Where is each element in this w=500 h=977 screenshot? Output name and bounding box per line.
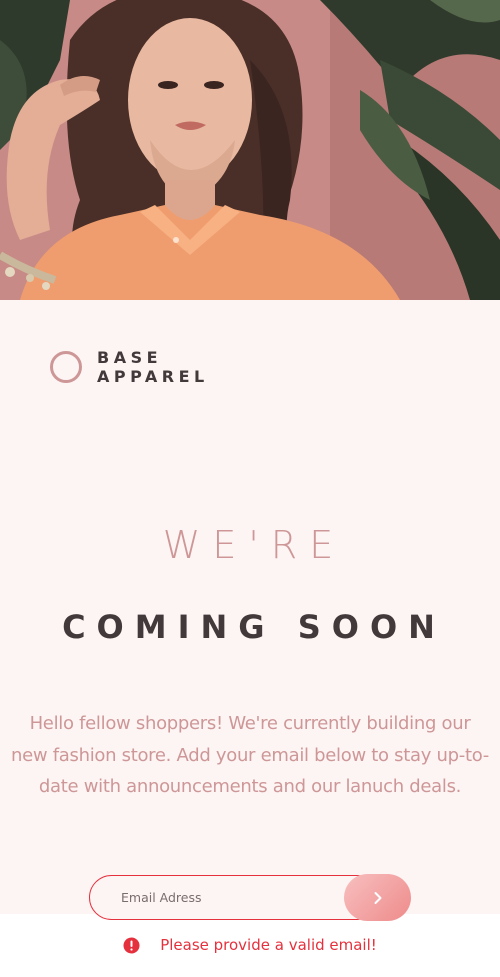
subscribe-form	[89, 874, 411, 921]
error-message: Please provide a valid email!	[0, 936, 500, 954]
brand-name-line2: APPAREL	[97, 367, 209, 386]
intro-description: Hello fellow shoppers! We're currently b…	[11, 713, 489, 797]
brand-name-line1: BASE	[97, 348, 163, 367]
hero-image	[0, 0, 500, 300]
brand-logo[interactable]: BASE APPAREL	[50, 348, 209, 386]
circle-logo-icon	[50, 351, 82, 383]
chevron-right-icon	[374, 891, 381, 904]
error-text: Please provide a valid email!	[160, 936, 377, 954]
error-icon	[123, 937, 140, 954]
main-content: BASE APPAREL WE'RE COMING SOON Hello fel…	[0, 300, 500, 914]
submit-button[interactable]	[344, 874, 411, 921]
brand-name: BASE APPAREL	[97, 348, 209, 386]
headline-line2: COMING SOON	[62, 608, 446, 646]
email-input[interactable]	[89, 875, 379, 920]
headline-line1: WE'RE	[162, 523, 346, 567]
